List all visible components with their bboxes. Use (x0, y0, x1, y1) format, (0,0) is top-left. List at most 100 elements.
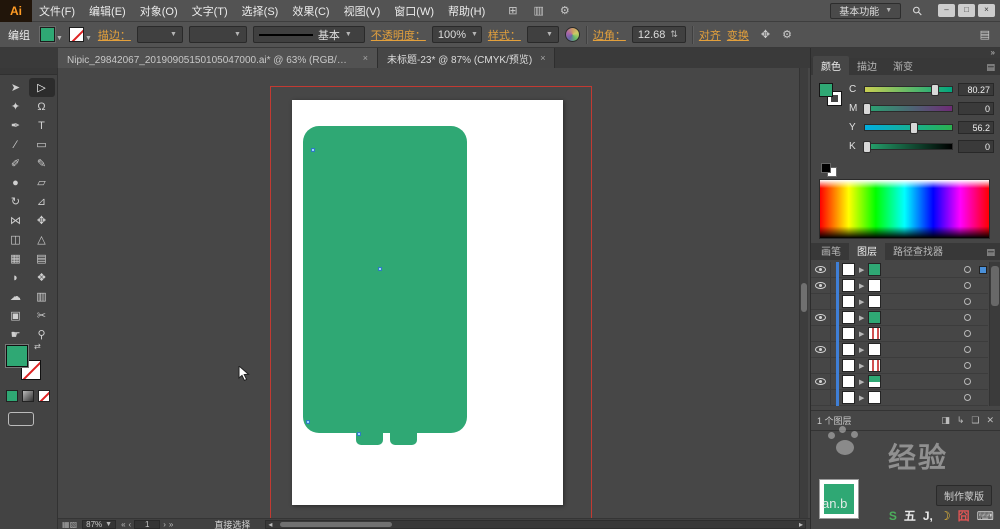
gradient-tool[interactable]: ▤ (29, 249, 55, 268)
layer-row[interactable]: ▶ (811, 342, 988, 358)
target-circle-icon[interactable] (964, 330, 971, 337)
grid-mode-icon[interactable]: ▧ (70, 520, 78, 529)
layer-row[interactable]: ▶ (811, 262, 988, 278)
color-slider-track[interactable] (864, 143, 953, 150)
scrollbar-thumb[interactable] (991, 266, 999, 306)
recolor-artwork-icon[interactable] (565, 27, 580, 42)
blend-tool[interactable]: ❖ (29, 268, 55, 287)
close-button[interactable]: × (978, 4, 995, 17)
menu-item[interactable]: 文件(F) (32, 3, 82, 19)
night-mode-icon[interactable]: ☽ (940, 509, 951, 523)
eye-icon[interactable] (815, 378, 826, 385)
magic-wand-tool[interactable]: ✦ (3, 97, 29, 116)
color-slider-track[interactable] (864, 86, 953, 93)
corner-radius-input[interactable]: 12.68⇅ (632, 26, 686, 43)
rotate-tool[interactable]: ↻ (3, 192, 29, 211)
make-clipping-mask-icon[interactable]: ◨ (941, 415, 950, 426)
document-tab[interactable]: Nipic_29842067_20190905150105047000.ai* … (58, 48, 378, 68)
slider-thumb[interactable] (910, 122, 918, 134)
slider-thumb[interactable] (863, 141, 871, 153)
align-link[interactable]: 对齐 (699, 27, 721, 43)
fill-color-swatch[interactable] (40, 27, 55, 42)
make-mask-button[interactable]: 制作蒙版 (936, 485, 992, 506)
drawing-mode-icon[interactable] (8, 412, 34, 426)
expand-arrow-icon[interactable]: ▶ (859, 330, 864, 338)
target-circle-icon[interactable] (964, 282, 971, 289)
menu-item[interactable]: 窗口(W) (387, 3, 441, 19)
transform-options-icon[interactable]: ✥ (761, 28, 770, 41)
channel-value-input[interactable]: 0 (958, 140, 994, 153)
pen-tool[interactable]: ✒ (3, 116, 29, 135)
mesh-tool[interactable]: ▦ (3, 249, 29, 268)
type-tool[interactable]: T (29, 116, 55, 135)
settings-icon[interactable]: ⚙ (560, 4, 570, 17)
expand-arrow-icon[interactable]: ▶ (859, 282, 864, 290)
eyedropper-tool[interactable]: ◗ (3, 268, 29, 287)
fill-stroke-indicator[interactable] (819, 83, 845, 109)
color-mode-button[interactable] (6, 390, 18, 402)
scrollbar-thumb[interactable] (280, 522, 392, 527)
transform-link[interactable]: 变换 (727, 27, 749, 43)
scroll-left-icon[interactable]: ◂ (268, 520, 272, 529)
style-dropdown[interactable]: ▼ (527, 26, 559, 43)
slider-thumb[interactable] (931, 84, 939, 96)
layer-row[interactable]: ▶ (811, 358, 988, 374)
panel-menu-icon[interactable]: ▤ (981, 247, 1000, 260)
shape-anchor[interactable] (306, 420, 310, 424)
layers-scrollbar[interactable] (989, 262, 1000, 406)
none-mode-button[interactable] (38, 390, 50, 402)
blob-brush-tool[interactable]: ● (3, 173, 29, 192)
shape-builder-tool[interactable]: ◫ (3, 230, 29, 249)
target-circle-icon[interactable] (964, 314, 971, 321)
line-segment-tool[interactable]: ∕ (3, 135, 29, 154)
layer-row[interactable]: ▶ (811, 390, 988, 406)
document-tab[interactable]: 未标题-23* @ 87% (CMYK/预览) × (378, 48, 555, 68)
spinner-icon[interactable]: ⇅ (670, 29, 678, 40)
eye-icon[interactable] (815, 282, 826, 289)
wubi-mode-icon[interactable]: 五 (904, 507, 916, 524)
menu-item[interactable]: 帮助(H) (441, 3, 492, 19)
opacity-input[interactable]: 100%▼ (432, 26, 482, 43)
maximize-button[interactable]: □ (958, 4, 975, 17)
target-circle-icon[interactable] (964, 378, 971, 385)
scale-tool[interactable]: ⊿ (29, 192, 55, 211)
layer-row[interactable]: ▶ (811, 374, 988, 390)
expand-arrow-icon[interactable]: ▶ (859, 346, 864, 354)
corner-link[interactable]: 边角： (593, 27, 626, 43)
minimize-button[interactable]: – (938, 4, 955, 17)
new-layer-icon[interactable]: ❑ (971, 415, 979, 426)
target-circle-icon[interactable] (964, 362, 971, 369)
artboard-tool[interactable]: ▣ (3, 306, 29, 325)
punctuation-icon[interactable]: J, (923, 509, 933, 523)
target-circle-icon[interactable] (964, 266, 971, 273)
workspace-panels-icon[interactable]: ▥ (534, 4, 544, 17)
panel-menu-icon[interactable]: ▤ (981, 62, 1000, 75)
gradient-mode-button[interactable] (22, 390, 34, 402)
menu-item[interactable]: 对象(O) (133, 3, 185, 19)
scroll-right-icon[interactable]: ▸ (799, 520, 803, 529)
menu-item[interactable]: 编辑(E) (82, 3, 133, 19)
horizontal-scrollbar[interactable]: ◂ ▸ (265, 520, 806, 529)
menu-item[interactable]: 选择(S) (235, 3, 286, 19)
panel-tab[interactable]: 路径查找器 (885, 241, 951, 260)
color-slider-track[interactable] (864, 124, 953, 131)
expand-arrow-icon[interactable]: ▶ (859, 362, 864, 370)
options-icon[interactable]: ⚙ (782, 28, 792, 41)
green-tab-shape[interactable] (390, 424, 417, 445)
expand-arrow-icon[interactable]: ▶ (859, 314, 864, 322)
perspective-grid-tool[interactable]: △ (29, 230, 55, 249)
brush-definition-dropdown[interactable]: 基本 ▼ (253, 26, 365, 43)
fill-proxy[interactable] (819, 83, 833, 97)
channel-value-input[interactable]: 80.27 (958, 83, 994, 96)
panel-tab[interactable]: 描边 (849, 56, 885, 75)
symbol-sprayer-tool[interactable]: ☁ (3, 287, 29, 306)
lasso-tool[interactable]: Ω (29, 97, 55, 116)
scrollbar-thumb[interactable] (801, 283, 807, 312)
target-circle-icon[interactable] (964, 298, 971, 305)
tab-close-icon[interactable]: × (363, 53, 368, 63)
expand-arrow-icon[interactable]: ▶ (859, 298, 864, 306)
visibility-cell[interactable] (811, 390, 831, 405)
visibility-cell[interactable] (811, 262, 831, 277)
width-profile-dropdown[interactable]: ▼ (189, 26, 247, 43)
visibility-cell[interactable] (811, 278, 831, 293)
